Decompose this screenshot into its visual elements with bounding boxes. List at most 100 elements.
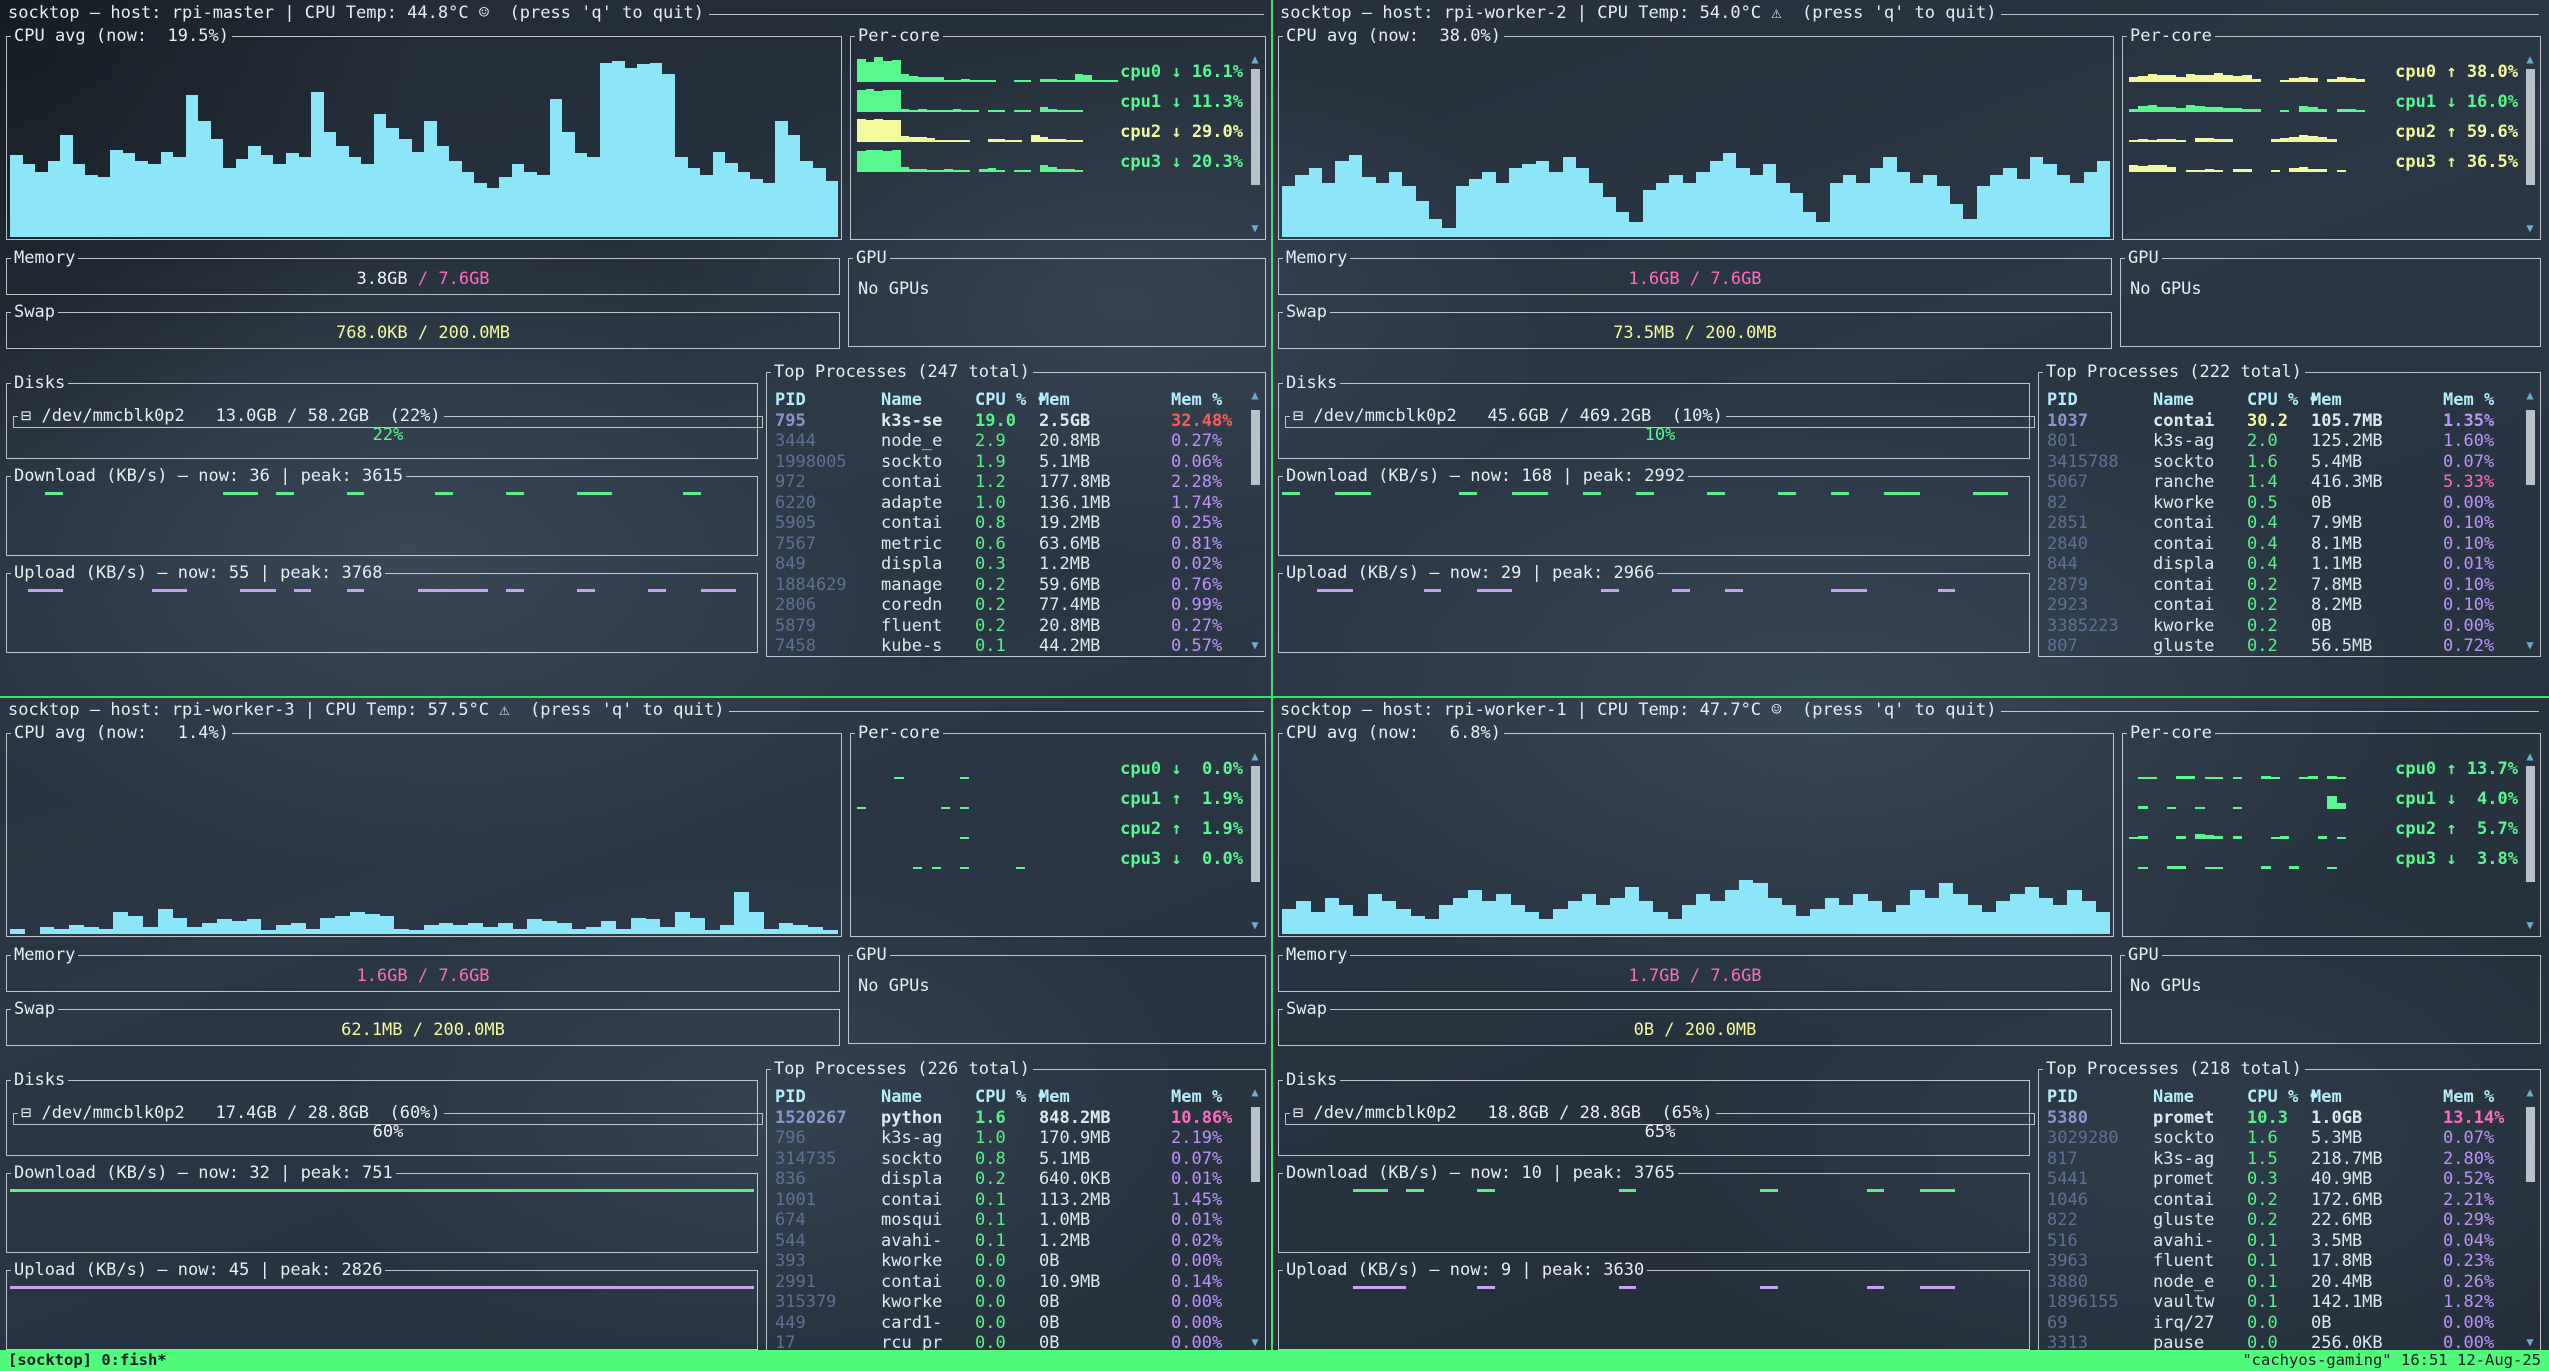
- per-core-scrollbar[interactable]: ▲ ▼: [1248, 53, 1262, 234]
- scrollbar-thumb[interactable]: [2526, 1107, 2535, 1182]
- scroll-down-icon[interactable]: ▼: [2526, 222, 2533, 234]
- disk-partition-box: ⊟ /dev/mmcblk0p2 17.4GB / 28.8GB (60%) 6…: [13, 1103, 763, 1124]
- per-core-label: cpu2 ↑ 1.9%: [1120, 819, 1243, 839]
- scrollbar-thumb[interactable]: [1251, 410, 1260, 485]
- per-core-row: cpu2 ↓ 29.0%: [857, 114, 1243, 142]
- per-core-label: cpu1 ↓ 4.0%: [2395, 789, 2518, 809]
- process-table: PIDNameCPU % •MemMem %1037contai30.2105.…: [2047, 390, 2518, 652]
- swap-label: Swap: [11, 999, 58, 1019]
- gpu-label: GPU: [853, 945, 890, 965]
- top-processes-label: Top Processes (226 total): [771, 1059, 1033, 1079]
- disk-icon: ⊟: [1293, 406, 1313, 426]
- scrollbar-thumb[interactable]: [1251, 766, 1260, 882]
- disks-box: Disks ⊟ /dev/mmcblk0p2 17.4GB / 28.8GB (…: [6, 1070, 758, 1156]
- scroll-up-icon[interactable]: ▲: [1251, 53, 1258, 65]
- scrollbar-track[interactable]: [1251, 67, 1260, 220]
- scroll-down-icon[interactable]: ▼: [1251, 919, 1258, 931]
- per-core-label-title: Per-core: [855, 723, 943, 743]
- process-row: 3444node_e2.920.8MB0.27%: [775, 431, 1243, 452]
- scroll-up-icon[interactable]: ▲: [2526, 389, 2533, 401]
- scrollbar-track[interactable]: [1251, 764, 1260, 917]
- scrollbar-thumb[interactable]: [2526, 69, 2535, 185]
- scrollbar-thumb[interactable]: [1251, 69, 1260, 185]
- pane-title: socktop — host: rpi-master | CPU Temp: 4…: [8, 3, 704, 23]
- per-core-label: cpu0 ↑ 13.7%: [2395, 759, 2518, 779]
- scroll-up-icon[interactable]: ▲: [1251, 389, 1258, 401]
- scroll-up-icon[interactable]: ▲: [2526, 750, 2533, 762]
- process-row: 3385223kworke0.20B0.00%: [2047, 616, 2518, 637]
- disks-box: Disks ⊟ /dev/mmcblk0p2 45.6GB / 469.2GB …: [1278, 373, 2030, 459]
- per-core-rows: cpu0 ↑ 38.0%cpu1 ↓ 16.0%cpu2 ↑ 59.6%cpu3…: [2129, 54, 2518, 235]
- pane-divider-vertical[interactable]: [1271, 0, 1273, 1350]
- scrollbar-track[interactable]: [1251, 1100, 1260, 1334]
- process-row: 82kworke0.50B0.00%: [2047, 493, 2518, 514]
- process-row: 1884629manage0.259.6MB0.76%: [775, 575, 1243, 596]
- process-scrollbar[interactable]: ▲ ▼: [2523, 389, 2537, 651]
- per-core-label-title: Per-core: [855, 26, 943, 46]
- process-row: 807gluste0.256.5MB0.72%: [2047, 636, 2518, 657]
- scroll-up-icon[interactable]: ▲: [1251, 1086, 1258, 1098]
- process-row: 796k3s-ag1.0170.9MB2.19%: [775, 1128, 1243, 1149]
- per-core-label: cpu3 ↓ 0.0%: [1120, 849, 1243, 869]
- per-core-sparkline: [2129, 57, 2393, 82]
- per-core-scrollbar[interactable]: ▲ ▼: [2523, 750, 2537, 931]
- scrollbar-track[interactable]: [2526, 764, 2535, 917]
- process-row: 2806coredn0.277.4MB0.99%: [775, 595, 1243, 616]
- process-row: 3963fluent0.117.8MB0.23%: [2047, 1251, 2518, 1272]
- scroll-down-icon[interactable]: ▼: [1251, 639, 1258, 651]
- process-scrollbar[interactable]: ▲ ▼: [1248, 1086, 1262, 1348]
- per-core-scrollbar[interactable]: ▲ ▼: [2523, 53, 2537, 234]
- disk-icon: ⊟: [21, 406, 41, 426]
- process-row: 1037contai30.2105.7MB1.35%: [2047, 411, 2518, 432]
- per-core-sparkline: [857, 844, 1118, 869]
- disk-network-column: Disks ⊟ /dev/mmcblk0p2 13.0GB / 58.2GB (…: [6, 362, 758, 657]
- disk-partition-box: ⊟ /dev/mmcblk0p2 13.0GB / 58.2GB (22%) 2…: [13, 406, 763, 427]
- scroll-up-icon[interactable]: ▲: [1251, 750, 1258, 762]
- scrollbar-track[interactable]: [2526, 1100, 2535, 1334]
- scrollbar-track[interactable]: [2526, 403, 2535, 637]
- process-scrollbar[interactable]: ▲ ▼: [1248, 389, 1262, 651]
- per-core-row: cpu0 ↑ 13.7%: [2129, 751, 2518, 779]
- upload-label: Upload (KB/s) — now: 29 | peak: 2966: [1283, 563, 1657, 583]
- scroll-up-icon[interactable]: ▲: [2526, 53, 2533, 65]
- scroll-down-icon[interactable]: ▼: [2526, 639, 2533, 651]
- process-row: 7567metric0.663.6MB0.81%: [775, 534, 1243, 555]
- scrollbar-thumb[interactable]: [1251, 1107, 1260, 1182]
- process-row: 516avahi-0.13.5MB0.04%: [2047, 1231, 2518, 1252]
- gpu-status-text: No GPUs: [858, 279, 930, 299]
- scroll-up-icon[interactable]: ▲: [2526, 1086, 2533, 1098]
- cpu-avg-chart: [1282, 752, 2110, 934]
- tmux-session-window[interactable]: [socktop] 0:fish*: [8, 1351, 167, 1370]
- process-row: 449card1-0.00B0.00%: [775, 1313, 1243, 1334]
- scroll-down-icon[interactable]: ▼: [1251, 1336, 1258, 1348]
- per-core-sparkline: [2129, 844, 2393, 869]
- terminal-screen: socktop — host: rpi-master | CPU Temp: 4…: [0, 0, 2549, 1371]
- scrollbar-thumb[interactable]: [2526, 766, 2535, 882]
- per-core-scrollbar[interactable]: ▲ ▼: [1248, 750, 1262, 931]
- process-scrollbar[interactable]: ▲ ▼: [2523, 1086, 2537, 1348]
- per-core-label: cpu3 ↓ 20.3%: [1120, 152, 1243, 172]
- process-row: 2879contai0.27.8MB0.10%: [2047, 575, 2518, 596]
- disks-box: Disks ⊟ /dev/mmcblk0p2 13.0GB / 58.2GB (…: [6, 373, 758, 459]
- scrollbar-track[interactable]: [1251, 403, 1260, 637]
- pane-divider-horizontal[interactable]: [0, 696, 2549, 698]
- gpu-status-text: No GPUs: [2130, 279, 2202, 299]
- socktop-pane: socktop — host: rpi-worker-1 | CPU Temp:…: [1272, 697, 2547, 1350]
- per-core-label: cpu0 ↓ 16.1%: [1120, 62, 1243, 82]
- scroll-down-icon[interactable]: ▼: [2526, 919, 2533, 931]
- download-label: Download (KB/s) — now: 168 | peak: 2992: [1283, 466, 1688, 486]
- scroll-down-icon[interactable]: ▼: [1251, 222, 1258, 234]
- pane-title-rule: [2001, 14, 2539, 15]
- pane-title-row: socktop — host: rpi-worker-2 | CPU Temp:…: [1278, 3, 2541, 26]
- per-core-sparkline: [2129, 87, 2393, 112]
- per-core-label: cpu3 ↑ 36.5%: [2395, 152, 2518, 172]
- scroll-down-icon[interactable]: ▼: [2526, 1336, 2533, 1348]
- download-box: Download (KB/s) — now: 168 | peak: 2992: [1278, 466, 2030, 556]
- swap-label: Swap: [11, 302, 58, 322]
- per-core-box: Per-core cpu0 ↓ 0.0%cpu1 ↑ 1.9%cpu2 ↑ 1.…: [850, 723, 1266, 937]
- per-core-label: cpu1 ↑ 1.9%: [1120, 789, 1243, 809]
- per-core-sparkline: [2129, 117, 2393, 142]
- process-row: 3880node_e0.120.4MB0.26%: [2047, 1272, 2518, 1293]
- scrollbar-track[interactable]: [2526, 67, 2535, 220]
- scrollbar-thumb[interactable]: [2526, 410, 2535, 485]
